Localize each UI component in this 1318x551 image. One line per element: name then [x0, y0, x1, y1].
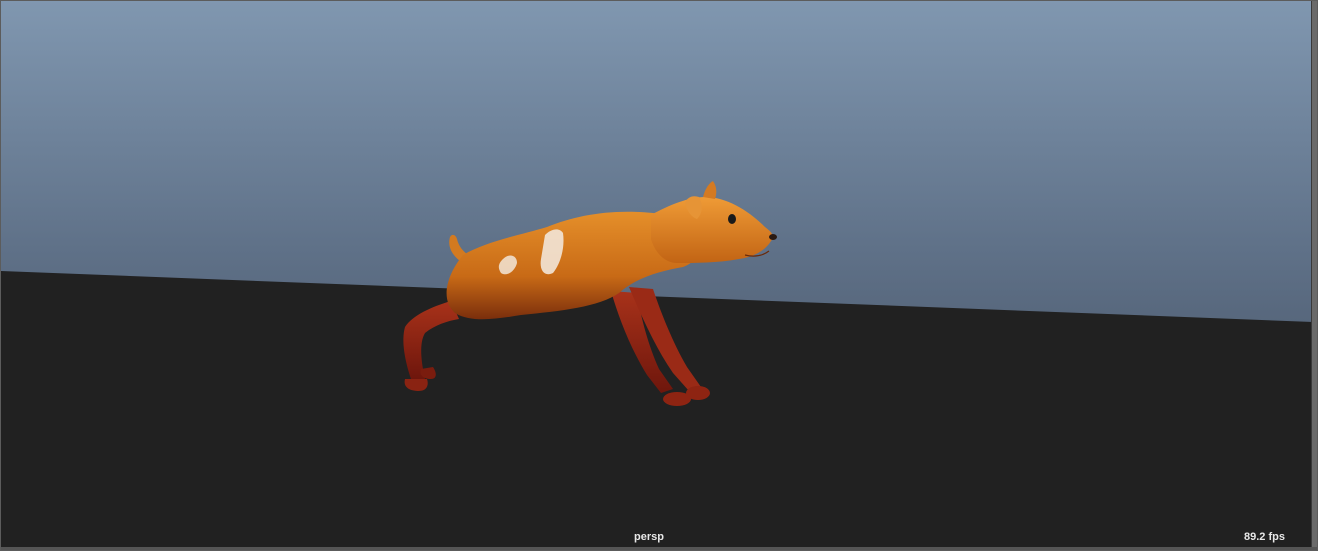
dog-front-paw-right	[686, 386, 710, 400]
fps-readout: 89.2 fps	[1244, 531, 1285, 543]
viewport-bottom-edge	[1, 547, 1317, 550]
dog-eye	[728, 214, 736, 224]
camera-name-label: persp	[634, 531, 664, 543]
3d-viewport[interactable]: persp 89.2 fps	[0, 0, 1318, 551]
dog-nose	[769, 234, 777, 240]
viewport-canvas[interactable]	[1, 1, 1318, 551]
viewport-right-edge	[1311, 1, 1317, 550]
